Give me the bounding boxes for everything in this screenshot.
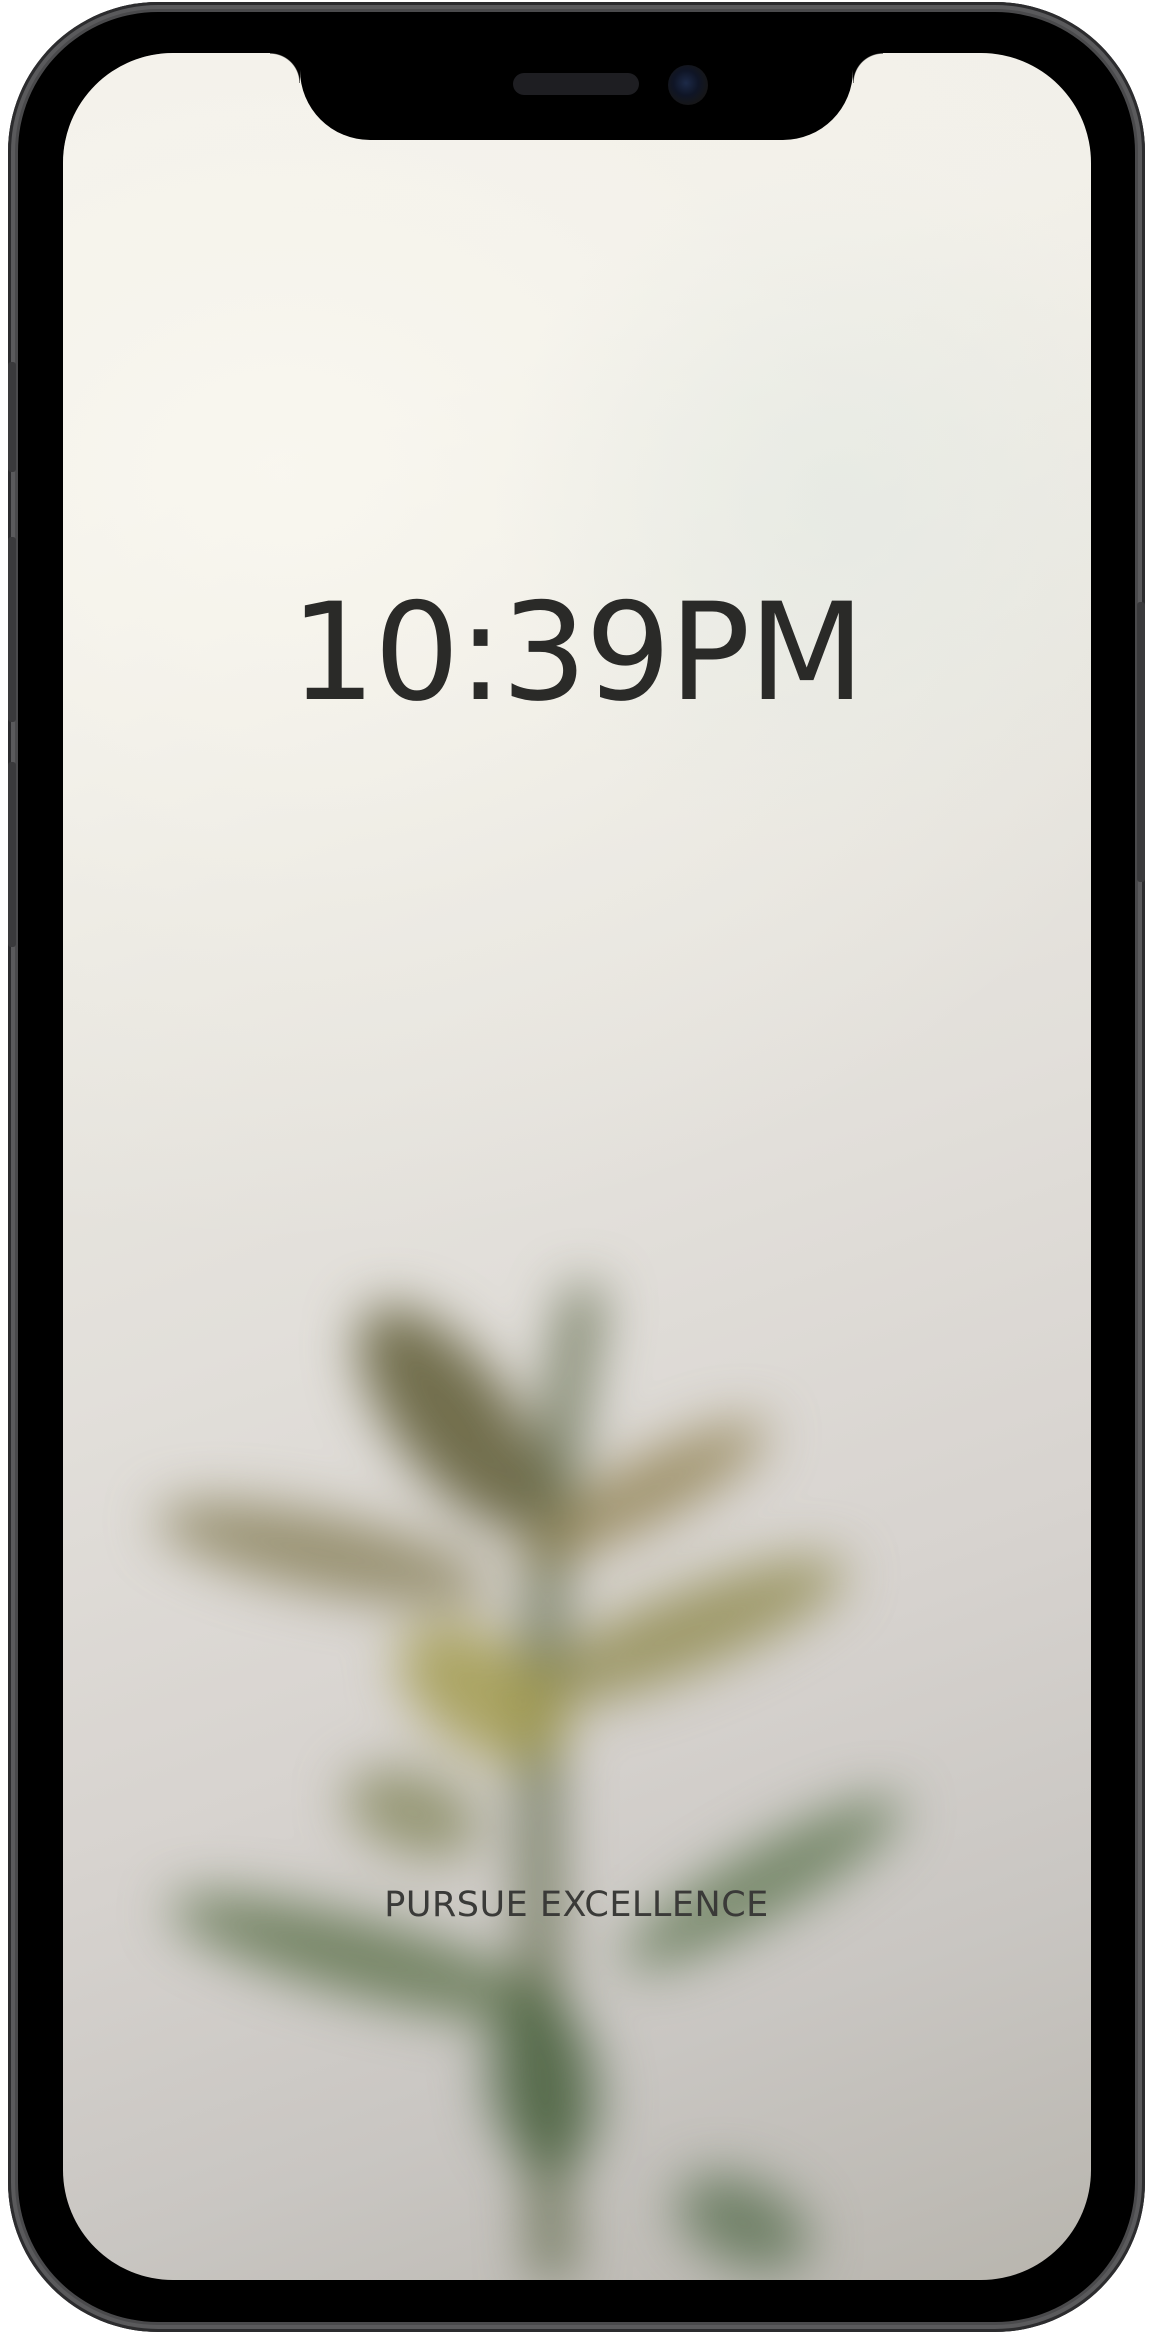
plant-wallpaper-image <box>156 1284 903 2280</box>
earpiece-speaker <box>513 73 639 95</box>
lock-screen[interactable] <box>63 53 1091 2280</box>
lock-screen-time: 10:39PM <box>290 574 865 731</box>
volume-down-button <box>8 762 16 947</box>
mute-switch <box>8 362 16 472</box>
notch <box>270 53 883 140</box>
front-camera-icon <box>668 65 708 105</box>
lock-screen-tagline: PURSUE EXCELLENCE <box>384 1885 769 1925</box>
